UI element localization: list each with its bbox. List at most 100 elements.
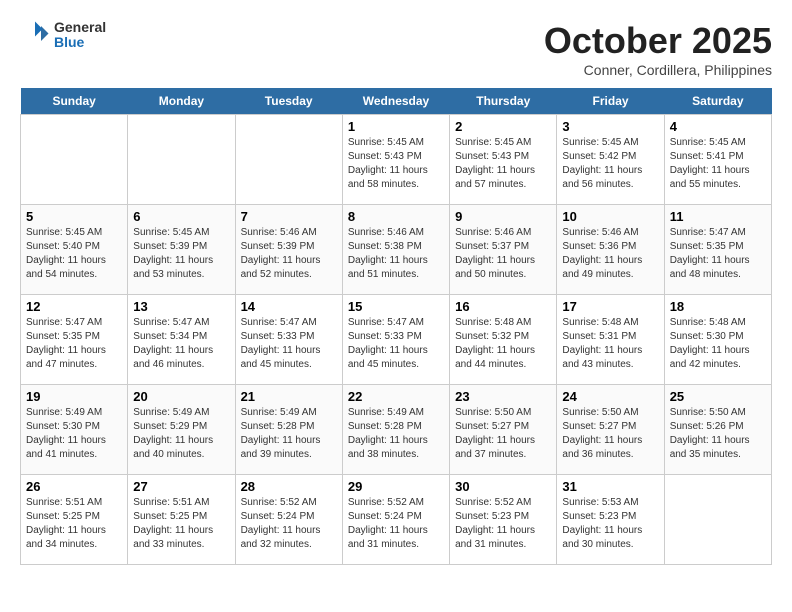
day-info: Sunrise: 5:45 AM Sunset: 5:42 PM Dayligh… xyxy=(562,136,658,192)
sunrise-text: Sunrise: 5:53 AM xyxy=(562,497,638,508)
calendar-cell xyxy=(235,115,342,205)
sunrise-text: Sunrise: 5:46 AM xyxy=(241,227,317,238)
calendar-cell: 22 Sunrise: 5:49 AM Sunset: 5:28 PM Dayl… xyxy=(342,385,449,475)
calendar-cell xyxy=(128,115,235,205)
day-info: Sunrise: 5:52 AM Sunset: 5:24 PM Dayligh… xyxy=(348,496,444,552)
daylight-text: Daylight: 11 hours and 44 minutes. xyxy=(455,345,535,370)
sunrise-text: Sunrise: 5:50 AM xyxy=(562,407,638,418)
calendar-subtitle: Conner, Cordillera, Philippines xyxy=(544,62,772,78)
calendar-cell: 10 Sunrise: 5:46 AM Sunset: 5:36 PM Dayl… xyxy=(557,205,664,295)
calendar-cell: 2 Sunrise: 5:45 AM Sunset: 5:43 PM Dayli… xyxy=(450,115,557,205)
logo-general: General xyxy=(54,20,106,35)
date-number: 2 xyxy=(455,119,551,134)
daylight-text: Daylight: 11 hours and 43 minutes. xyxy=(562,345,642,370)
page-header: General Blue October 2025 Conner, Cordil… xyxy=(20,20,772,78)
date-number: 23 xyxy=(455,389,551,404)
day-info: Sunrise: 5:50 AM Sunset: 5:27 PM Dayligh… xyxy=(455,406,551,462)
sunset-text: Sunset: 5:23 PM xyxy=(562,511,636,522)
calendar-table: Sunday Monday Tuesday Wednesday Thursday… xyxy=(20,88,772,565)
sunset-text: Sunset: 5:33 PM xyxy=(348,331,422,342)
daylight-text: Daylight: 11 hours and 33 minutes. xyxy=(133,525,213,550)
sunset-text: Sunset: 5:24 PM xyxy=(241,511,315,522)
calendar-cell: 16 Sunrise: 5:48 AM Sunset: 5:32 PM Dayl… xyxy=(450,295,557,385)
sunrise-text: Sunrise: 5:45 AM xyxy=(26,227,102,238)
date-number: 28 xyxy=(241,479,337,494)
date-number: 21 xyxy=(241,389,337,404)
sunrise-text: Sunrise: 5:49 AM xyxy=(26,407,102,418)
sunrise-text: Sunrise: 5:46 AM xyxy=(348,227,424,238)
sunset-text: Sunset: 5:30 PM xyxy=(26,421,100,432)
sunrise-text: Sunrise: 5:48 AM xyxy=(670,317,746,328)
sunrise-text: Sunrise: 5:47 AM xyxy=(241,317,317,328)
day-info: Sunrise: 5:50 AM Sunset: 5:26 PM Dayligh… xyxy=(670,406,766,462)
day-info: Sunrise: 5:47 AM Sunset: 5:33 PM Dayligh… xyxy=(348,316,444,372)
daylight-text: Daylight: 11 hours and 45 minutes. xyxy=(241,345,321,370)
sunset-text: Sunset: 5:28 PM xyxy=(241,421,315,432)
day-info: Sunrise: 5:45 AM Sunset: 5:40 PM Dayligh… xyxy=(26,226,122,282)
sunset-text: Sunset: 5:24 PM xyxy=(348,511,422,522)
day-info: Sunrise: 5:47 AM Sunset: 5:35 PM Dayligh… xyxy=(670,226,766,282)
header-sunday: Sunday xyxy=(21,88,128,115)
calendar-cell: 6 Sunrise: 5:45 AM Sunset: 5:39 PM Dayli… xyxy=(128,205,235,295)
date-number: 24 xyxy=(562,389,658,404)
calendar-cell: 17 Sunrise: 5:48 AM Sunset: 5:31 PM Dayl… xyxy=(557,295,664,385)
header-monday: Monday xyxy=(128,88,235,115)
sunrise-text: Sunrise: 5:50 AM xyxy=(455,407,531,418)
sunset-text: Sunset: 5:33 PM xyxy=(241,331,315,342)
sunrise-text: Sunrise: 5:52 AM xyxy=(241,497,317,508)
sunrise-text: Sunrise: 5:51 AM xyxy=(133,497,209,508)
date-number: 10 xyxy=(562,209,658,224)
daylight-text: Daylight: 11 hours and 52 minutes. xyxy=(241,255,321,280)
calendar-cell: 7 Sunrise: 5:46 AM Sunset: 5:39 PM Dayli… xyxy=(235,205,342,295)
week-row-4: 19 Sunrise: 5:49 AM Sunset: 5:30 PM Dayl… xyxy=(21,385,772,475)
calendar-cell: 8 Sunrise: 5:46 AM Sunset: 5:38 PM Dayli… xyxy=(342,205,449,295)
day-info: Sunrise: 5:47 AM Sunset: 5:34 PM Dayligh… xyxy=(133,316,229,372)
logo-text: General Blue xyxy=(54,20,106,51)
calendar-cell: 23 Sunrise: 5:50 AM Sunset: 5:27 PM Dayl… xyxy=(450,385,557,475)
day-info: Sunrise: 5:47 AM Sunset: 5:33 PM Dayligh… xyxy=(241,316,337,372)
sunrise-text: Sunrise: 5:49 AM xyxy=(241,407,317,418)
date-number: 1 xyxy=(348,119,444,134)
calendar-cell: 19 Sunrise: 5:49 AM Sunset: 5:30 PM Dayl… xyxy=(21,385,128,475)
calendar-cell: 3 Sunrise: 5:45 AM Sunset: 5:42 PM Dayli… xyxy=(557,115,664,205)
calendar-cell: 12 Sunrise: 5:47 AM Sunset: 5:35 PM Dayl… xyxy=(21,295,128,385)
date-number: 4 xyxy=(670,119,766,134)
calendar-cell: 11 Sunrise: 5:47 AM Sunset: 5:35 PM Dayl… xyxy=(664,205,771,295)
daylight-text: Daylight: 11 hours and 51 minutes. xyxy=(348,255,428,280)
calendar-cell: 1 Sunrise: 5:45 AM Sunset: 5:43 PM Dayli… xyxy=(342,115,449,205)
daylight-text: Daylight: 11 hours and 48 minutes. xyxy=(670,255,750,280)
daylight-text: Daylight: 11 hours and 42 minutes. xyxy=(670,345,750,370)
sunset-text: Sunset: 5:34 PM xyxy=(133,331,207,342)
days-header-row: Sunday Monday Tuesday Wednesday Thursday… xyxy=(21,88,772,115)
day-info: Sunrise: 5:46 AM Sunset: 5:37 PM Dayligh… xyxy=(455,226,551,282)
daylight-text: Daylight: 11 hours and 34 minutes. xyxy=(26,525,106,550)
sunset-text: Sunset: 5:36 PM xyxy=(562,241,636,252)
sunrise-text: Sunrise: 5:49 AM xyxy=(348,407,424,418)
sunrise-text: Sunrise: 5:47 AM xyxy=(348,317,424,328)
calendar-cell: 30 Sunrise: 5:52 AM Sunset: 5:23 PM Dayl… xyxy=(450,475,557,565)
sunset-text: Sunset: 5:42 PM xyxy=(562,151,636,162)
sunset-text: Sunset: 5:43 PM xyxy=(455,151,529,162)
date-number: 15 xyxy=(348,299,444,314)
sunset-text: Sunset: 5:26 PM xyxy=(670,421,744,432)
daylight-text: Daylight: 11 hours and 36 minutes. xyxy=(562,435,642,460)
week-row-3: 12 Sunrise: 5:47 AM Sunset: 5:35 PM Dayl… xyxy=(21,295,772,385)
date-number: 6 xyxy=(133,209,229,224)
day-info: Sunrise: 5:45 AM Sunset: 5:43 PM Dayligh… xyxy=(348,136,444,192)
date-number: 16 xyxy=(455,299,551,314)
day-info: Sunrise: 5:51 AM Sunset: 5:25 PM Dayligh… xyxy=(26,496,122,552)
daylight-text: Daylight: 11 hours and 50 minutes. xyxy=(455,255,535,280)
sunrise-text: Sunrise: 5:47 AM xyxy=(26,317,102,328)
daylight-text: Daylight: 11 hours and 32 minutes. xyxy=(241,525,321,550)
header-tuesday: Tuesday xyxy=(235,88,342,115)
sunset-text: Sunset: 5:39 PM xyxy=(241,241,315,252)
daylight-text: Daylight: 11 hours and 55 minutes. xyxy=(670,165,750,190)
day-info: Sunrise: 5:45 AM Sunset: 5:43 PM Dayligh… xyxy=(455,136,551,192)
sunrise-text: Sunrise: 5:52 AM xyxy=(455,497,531,508)
sunset-text: Sunset: 5:37 PM xyxy=(455,241,529,252)
sunrise-text: Sunrise: 5:45 AM xyxy=(455,137,531,148)
logo-blue: Blue xyxy=(54,35,106,50)
logo: General Blue xyxy=(20,20,106,51)
week-row-5: 26 Sunrise: 5:51 AM Sunset: 5:25 PM Dayl… xyxy=(21,475,772,565)
date-number: 18 xyxy=(670,299,766,314)
